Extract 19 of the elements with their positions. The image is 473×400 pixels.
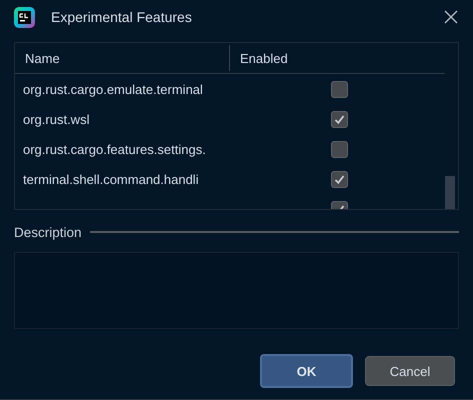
window-title: Experimental Features (51, 9, 193, 25)
enabled-checkbox[interactable] (331, 170, 348, 188)
check-icon (334, 174, 345, 184)
scrollbar-thumb[interactable] (445, 176, 455, 209)
feature-name: org.rust.cargo.emulate.terminal (23, 82, 203, 96)
enabled-checkbox[interactable] (331, 80, 348, 98)
ok-button[interactable]: OK (260, 354, 353, 388)
enabled-checkbox[interactable] (331, 140, 348, 158)
check-icon (334, 114, 345, 124)
column-header[interactable]: Enabled (240, 50, 288, 66)
description-label: Description (14, 224, 82, 240)
feature-name: org.rust.wsl (23, 112, 90, 126)
close-icon[interactable] (443, 9, 459, 25)
feature-name: terminal.shell.command.handli (23, 172, 199, 186)
enabled-checkbox[interactable] (331, 110, 348, 128)
app-logo-icon (14, 6, 35, 28)
column-header[interactable]: Name (25, 50, 60, 66)
feature-name: org.rust.cargo.features.settings. (23, 142, 206, 156)
cancel-button[interactable]: Cancel (365, 356, 455, 386)
